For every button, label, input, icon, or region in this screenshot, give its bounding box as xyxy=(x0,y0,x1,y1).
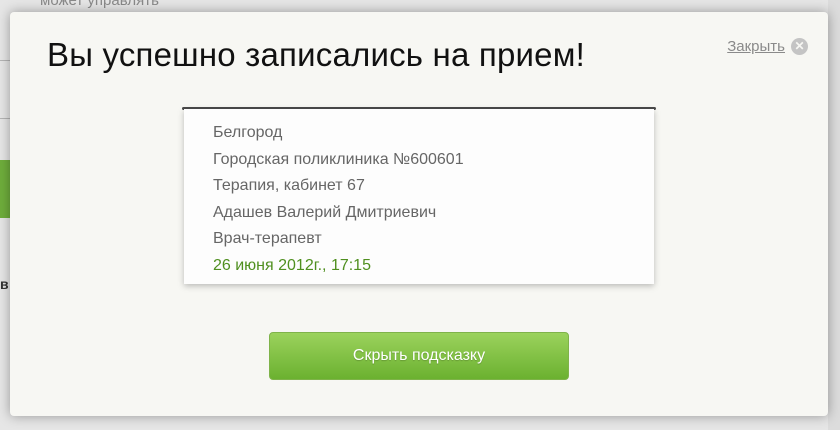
close-button[interactable]: Закрыть ✕ xyxy=(727,38,808,55)
appointment-datetime: 26 июня 2012г., 17:15 xyxy=(213,256,371,274)
appointment-clinic: Городская поликлиника №600601 xyxy=(213,150,464,168)
appointment-doctor-name: Адашев Валерий Дмитриевич xyxy=(213,203,437,221)
appointment-success-modal: Вы успешно записались на прием! Закрыть … xyxy=(10,12,828,416)
hide-hint-button[interactable]: Скрыть подсказку xyxy=(269,332,569,380)
appointment-doctor-role: Врач-терапевт xyxy=(213,230,322,247)
close-label[interactable]: Закрыть xyxy=(727,38,785,55)
background-partial-glyph: в xyxy=(0,276,9,292)
appointment-department: Терапия, кабинет 67 xyxy=(213,177,365,194)
background-partial-text: может управлять xyxy=(40,0,159,9)
modal-title: Вы успешно записались на прием! xyxy=(47,36,585,73)
appointment-city: Белгород xyxy=(213,124,283,141)
background-right-edge xyxy=(828,0,840,430)
background-green-block xyxy=(0,160,10,218)
close-icon[interactable]: ✕ xyxy=(791,38,808,55)
appointment-details-card: Белгород Городская поликлиника №600601 Т… xyxy=(184,109,654,284)
